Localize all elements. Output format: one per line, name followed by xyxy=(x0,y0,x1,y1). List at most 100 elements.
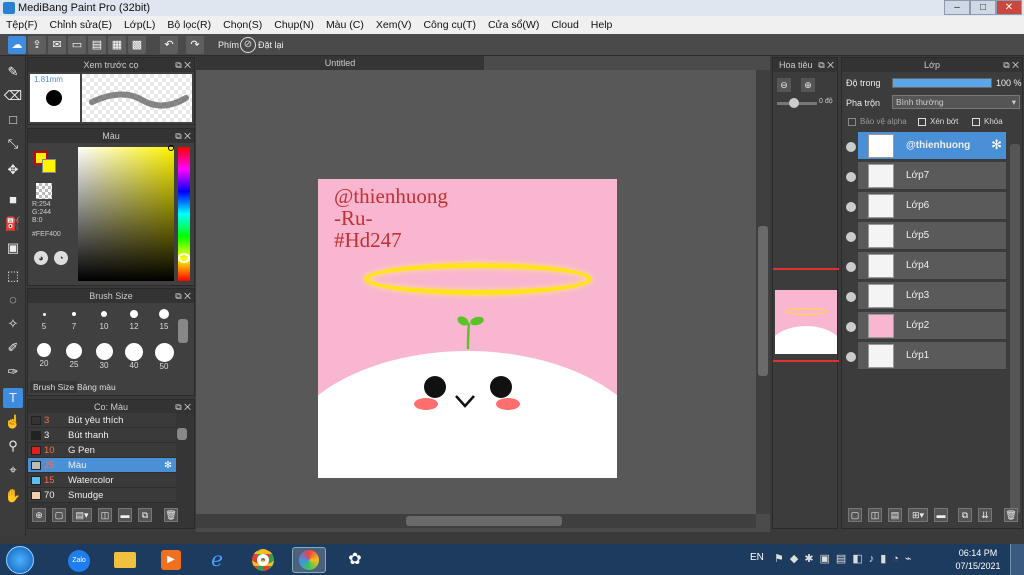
gradient-tool-icon[interactable]: ▣ xyxy=(3,238,23,258)
clipping-checkbox[interactable] xyxy=(918,118,926,126)
document-icon[interactable]: ▤ xyxy=(88,36,106,54)
fill-rect-tool-icon[interactable]: ■ xyxy=(3,190,23,210)
canvas-vertical-scrollbar[interactable] xyxy=(756,70,770,514)
merge-layer-icon[interactable]: ⇊ xyxy=(978,508,992,522)
navigator-thumbnail[interactable] xyxy=(775,290,837,354)
new-layer-icon[interactable]: ▢ xyxy=(848,508,862,522)
comment-icon[interactable]: ✉ xyxy=(48,36,66,54)
clock-date[interactable]: 07/15/2021 xyxy=(952,561,1004,571)
size-option-50[interactable]: 50 xyxy=(150,343,178,371)
panel-controls-icon[interactable]: ⧉ ✕ xyxy=(175,400,191,414)
brush-duplicate-icon[interactable]: ⧉ xyxy=(138,508,152,522)
menu-window[interactable]: Cửa sổ(W) xyxy=(482,16,545,34)
menu-view[interactable]: Xem(V) xyxy=(370,16,418,34)
zalo-icon[interactable]: Zalo xyxy=(62,547,96,573)
internet-explorer-icon[interactable]: ℯ xyxy=(200,547,234,573)
brush-list-scrollbar[interactable] xyxy=(177,428,187,440)
maximize-button[interactable]: □ xyxy=(970,0,996,15)
show-desktop-button[interactable] xyxy=(1010,544,1024,575)
operation-tool-icon[interactable]: ☝ xyxy=(3,412,23,432)
media-player-icon[interactable]: ▶ xyxy=(154,547,188,573)
size-option-10[interactable]: 10 xyxy=(90,307,118,331)
brush-item[interactable]: 3 Bút yêu thích xyxy=(28,413,176,428)
add-brush-icon[interactable]: ⊕ xyxy=(32,508,46,522)
visibility-eye-icon[interactable] xyxy=(846,292,856,302)
eyedrop-icon[interactable]: ⌖ xyxy=(3,460,23,480)
chrome-icon[interactable] xyxy=(246,547,280,573)
duplicate-layer-icon[interactable]: ⧉ xyxy=(958,508,972,522)
layer-row[interactable]: Lớp3 xyxy=(858,282,1006,310)
canvas-horizontal-scrollbar[interactable] xyxy=(196,514,756,528)
blend-select[interactable]: Bình thường ▾ xyxy=(892,95,1020,109)
undo-icon[interactable]: ↶ xyxy=(160,36,178,54)
select-eraser-icon[interactable]: ✑ xyxy=(3,362,23,382)
vscroll-thumb[interactable] xyxy=(758,226,768,376)
minimize-button[interactable]: – xyxy=(944,0,970,15)
select-tool-icon[interactable]: ⬚ xyxy=(3,266,23,286)
share-icon[interactable]: ⇪ xyxy=(28,36,46,54)
size-option-30[interactable]: 30 xyxy=(90,343,118,370)
brush-tool-icon[interactable]: ✎ xyxy=(3,62,23,82)
brush-item[interactable]: 3 Bút thanh xyxy=(28,428,176,443)
dot-tool-icon[interactable]: ⤡ xyxy=(3,134,23,154)
size-option-12[interactable]: 12 xyxy=(120,307,148,331)
drawing-canvas[interactable]: @thienhuong -Ru- #Hd247 xyxy=(318,179,617,478)
layer-folder-icon[interactable]: ▬ xyxy=(934,508,948,522)
menu-layer[interactable]: Lớp(L) xyxy=(118,16,161,34)
menu-tools[interactable]: Công cụ(T) xyxy=(417,16,482,34)
move-tool-icon[interactable]: ✥ xyxy=(3,160,23,180)
layer-row[interactable]: Lớp4 xyxy=(858,252,1006,280)
medibang-taskbar-icon[interactable] xyxy=(292,547,326,573)
menu-file[interactable]: Tệp(F) xyxy=(0,16,44,34)
hand-tool-icon[interactable]: ✋ xyxy=(3,486,23,506)
app-icon-brush[interactable]: ✿ xyxy=(338,547,372,573)
new-halftone-layer-icon[interactable]: ◫ xyxy=(868,508,882,522)
language-indicator[interactable]: EN xyxy=(750,552,764,563)
visibility-eye-icon[interactable] xyxy=(846,352,856,362)
panel-controls-icon[interactable]: ⧉ ✕ xyxy=(1003,58,1019,72)
visibility-eye-icon[interactable] xyxy=(846,322,856,332)
panel-controls-icon[interactable]: ⧉ ✕ xyxy=(175,129,191,143)
size-option-25[interactable]: 25 xyxy=(60,343,88,369)
brush-item[interactable]: 70 Smudge xyxy=(28,488,176,503)
visibility-eye-icon[interactable] xyxy=(846,202,856,212)
zoom-out-icon[interactable]: ⊖ xyxy=(777,78,791,92)
size-option-40[interactable]: 40 xyxy=(120,343,148,370)
layer-row[interactable]: Lớp5 xyxy=(858,222,1006,250)
lock-checkbox[interactable] xyxy=(972,118,980,126)
hue-handle[interactable] xyxy=(178,253,190,263)
panel-controls-icon[interactable]: ⧉ ✕ xyxy=(175,289,191,303)
note-icon[interactable]: ▭ xyxy=(68,36,86,54)
panel-icon[interactable]: ▦ xyxy=(108,36,126,54)
brush-item[interactable]: 15 Watercolor xyxy=(28,473,176,488)
size-option-7[interactable]: 7 xyxy=(60,307,88,331)
lasso-tool-icon[interactable]: ◌ xyxy=(3,290,23,310)
brush-delete-icon[interactable]: 🗑 xyxy=(164,508,178,522)
visibility-eye-icon[interactable] xyxy=(846,142,856,152)
transparent-swatch[interactable] xyxy=(36,183,52,199)
rotation-handle[interactable] xyxy=(789,98,799,108)
layer-row[interactable]: Lớp1 xyxy=(858,342,1006,370)
brush-item-selected[interactable]: 25 Màu ✻ xyxy=(28,458,176,473)
gear-icon[interactable]: ✻ xyxy=(164,458,172,473)
layer-row[interactable]: Lớp6 xyxy=(858,192,1006,220)
saturation-value-square[interactable] xyxy=(78,147,174,281)
delete-layer-icon[interactable]: 🗑 xyxy=(1004,508,1018,522)
reset-button[interactable]: Đặt lại xyxy=(258,34,284,56)
panel-controls-icon[interactable]: ⧉ ✕ xyxy=(175,58,191,72)
eraser-tool-icon[interactable]: ⌫ xyxy=(3,86,23,106)
bucket-tool-icon[interactable]: ⛽ xyxy=(3,214,23,234)
visibility-eye-icon[interactable] xyxy=(846,262,856,272)
gear-icon[interactable]: ✻ xyxy=(991,137,1002,153)
snap-off-icon[interactable]: ⊘ xyxy=(240,37,256,53)
cloud-icon[interactable]: ☁ xyxy=(8,36,26,54)
hscroll-thumb[interactable] xyxy=(406,516,562,526)
zoom-in-icon[interactable]: ⊕ xyxy=(801,78,815,92)
size-option-20[interactable]: 20 xyxy=(30,343,58,368)
size-option-15[interactable]: 15 xyxy=(150,307,178,331)
rectangle-tool-icon[interactable]: □ xyxy=(3,110,23,130)
brush-folder-icon[interactable]: ▬ xyxy=(118,508,132,522)
menu-filter[interactable]: Bộ lọc(R) xyxy=(161,16,217,34)
opacity-slider[interactable] xyxy=(892,78,992,88)
color-picker-icon[interactable]: ◔ xyxy=(54,251,68,265)
